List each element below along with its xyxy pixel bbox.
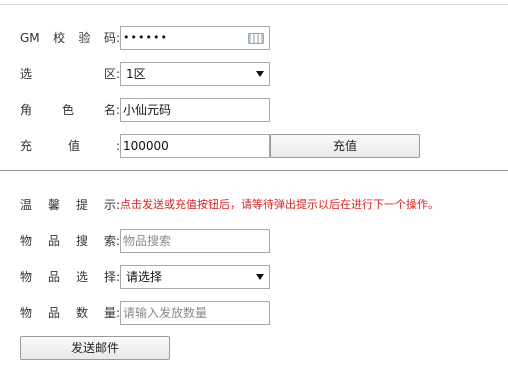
top-divider — [0, 4, 508, 5]
recharge-row: 充 值 : 100000 充值 — [0, 134, 508, 158]
label-char: 物 — [20, 270, 33, 284]
item-qty-placeholder: 请输入发放数量 — [123, 306, 208, 320]
label-char: 品 — [47, 306, 60, 320]
gm-code-row: GM 校 验 码 : •••••• — [0, 26, 508, 50]
label-char: 充 — [20, 139, 33, 153]
item-qty-label: 物 品 数 量 — [20, 301, 116, 325]
section-divider — [0, 170, 508, 171]
label-char: 色 — [61, 103, 74, 117]
item-select-label: 物 品 选 择 — [20, 265, 116, 289]
label-char: 验 — [78, 31, 91, 45]
label-char: 择 — [103, 270, 116, 284]
label-char: 品 — [47, 234, 60, 248]
role-name-input[interactable]: 小仙元码 — [120, 98, 270, 122]
region-row: 选 区 : 1区 — [0, 62, 508, 86]
role-name-value: 小仙元码 — [123, 103, 172, 117]
tip-row: 温 馨 提 示 : 点击发送或充值按钮后，请等待弹出提示以后在进行下一个操作。 — [0, 193, 508, 217]
label-char: 名 — [103, 103, 116, 117]
label-char: 提 — [75, 198, 88, 212]
label-char: 选 — [75, 270, 88, 284]
label-char: 馨 — [47, 198, 60, 212]
label-char: 物 — [20, 306, 33, 320]
item-search-input[interactable]: 物品搜索 — [120, 229, 270, 253]
item-search-row: 物 品 搜 索 : 物品搜索 — [0, 229, 508, 253]
dropdown-arrow-icon — [256, 71, 264, 77]
recharge-label: 充 值 — [20, 134, 80, 158]
item-qty-row: 物 品 数 量 : 请输入发放数量 — [0, 301, 508, 325]
send-mail-button[interactable]: 发送邮件 — [20, 336, 170, 360]
label-char: GM — [20, 31, 40, 45]
gm-code-password-field[interactable]: •••••• — [120, 26, 270, 50]
item-selected-value: 请选择 — [126, 270, 163, 284]
tip-text: 点击发送或充值按钮后，请等待弹出提示以后在进行下一个操作。 — [120, 198, 439, 211]
label-char: 示 — [103, 198, 116, 212]
region-selected-value: 1区 — [126, 67, 146, 81]
role-name-row: 角 色 名 : 小仙元码 — [0, 98, 508, 122]
item-search-label: 物 品 搜 索 — [20, 229, 116, 253]
label-char: 数 — [75, 306, 88, 320]
recharge-amount-input[interactable]: 100000 — [120, 134, 270, 158]
label-char: 区 — [103, 67, 116, 81]
keyboard-icon[interactable] — [248, 33, 264, 44]
label-char: 码 — [103, 31, 116, 45]
region-select[interactable]: 1区 — [120, 62, 270, 86]
label-char: 角 — [20, 103, 33, 117]
label-char: 品 — [47, 270, 60, 284]
label-char: 物 — [20, 234, 33, 248]
role-name-label: 角 色 名 — [20, 98, 116, 122]
item-qty-input[interactable]: 请输入发放数量 — [120, 301, 270, 325]
label-char: 值 — [67, 139, 80, 153]
label-char: 选 — [20, 67, 33, 81]
item-select-row: 物 品 选 择 : 请选择 — [0, 265, 508, 289]
item-search-placeholder: 物品搜索 — [123, 234, 172, 248]
label-char: 搜 — [75, 234, 88, 248]
label-char: 索 — [103, 234, 116, 248]
tip-label: 温 馨 提 示 — [20, 193, 116, 217]
gm-code-label: GM 校 验 码 — [20, 26, 116, 50]
dropdown-arrow-icon — [256, 274, 264, 280]
region-label: 选 区 — [20, 62, 116, 86]
label-char: 量 — [103, 306, 116, 320]
recharge-button[interactable]: 充值 — [270, 134, 420, 158]
label-char: 校 — [53, 31, 66, 45]
item-select[interactable]: 请选择 — [120, 265, 270, 289]
recharge-amount-value: 100000 — [123, 139, 169, 153]
label-char: 温 — [20, 198, 33, 212]
gm-code-value: •••••• — [123, 31, 168, 44]
